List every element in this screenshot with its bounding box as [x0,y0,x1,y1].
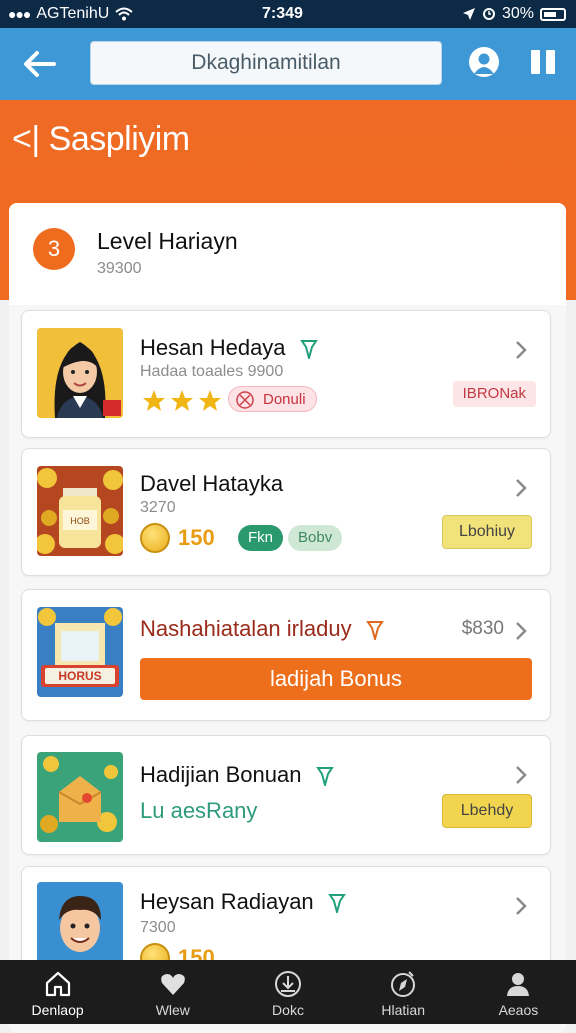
chevron-right-icon[interactable] [514,764,528,786]
honey-jar-image: HOB [37,466,123,556]
verified-icon [315,767,334,787]
wifi-icon [115,7,133,21]
claim-bonus-button[interactable]: ladijah Bonus [140,658,532,700]
tab-label: Wlew [155,1002,190,1018]
card-title: Heysan Radiayan [140,889,346,915]
location-icon [462,8,475,20]
thumb-label: HORUS [58,669,102,683]
reward-card-1[interactable]: Hesan Hedaya Hadaa toaales 9900 Donuli I… [21,310,551,438]
card-price: $830 [461,618,504,639]
heart-icon [160,974,185,995]
chevron-right-icon[interactable] [514,477,528,499]
star-rating [142,389,222,413]
battery-icon [540,7,566,21]
treasure-image [37,752,123,842]
person-icon [507,973,530,996]
flower-icon [236,391,254,409]
card-title: Hadijian Bonuan [140,762,334,788]
chevron-right-icon[interactable] [514,339,528,361]
svg-text:HOB: HOB [70,516,90,526]
star-icon [199,390,221,411]
signal-icon: ●●● [8,6,31,22]
status-bar: ●●● AGTenihU 7:349 30% [0,0,576,28]
coin-icon [140,523,170,553]
bonus-box-image: HORUS [37,607,123,697]
card-subtitle: 7300 [140,919,176,936]
tab-label: Hlatian [381,1002,425,1018]
level-title: Level Hariayn [97,228,238,254]
card-title: Hesan Hedaya [140,335,318,361]
card-subtitle: Lu aesRany [140,798,258,823]
download-icon [275,971,301,997]
navigation-bar: Dkaghinamitilan [0,28,576,100]
tab-account[interactable]: Aeaos [461,960,576,1024]
green-chip[interactable]: Fkn [238,525,284,551]
back-chevron-icon: <| [12,120,40,158]
search-input[interactable]: Dkaghinamitilan [90,41,442,85]
verified-icon [327,894,346,914]
reward-card-3[interactable]: HORUS Nashahiatalan irladuy $830 ladijah… [21,589,551,721]
tab-download[interactable]: Dokc [230,960,345,1024]
card-title: Nashahiatalan irladuy [140,616,384,642]
carrier-label: AGTenihU [36,5,110,22]
tab-favorites[interactable]: Wlew [115,960,230,1024]
page-title-text: Saspliyim [48,120,190,158]
alarm-icon [482,8,495,20]
level-header [9,203,566,305]
tab-explore[interactable]: Hlatian [346,960,461,1024]
bottom-tab-bar: Denlaop Wlew Dokc Hlatian Aeaos [0,960,576,1024]
avatar-woman [37,328,123,418]
level-badge: 3 [33,228,75,270]
tab-label: Dokc [272,1002,304,1018]
level-subtitle: 39300 [97,260,142,277]
coin-value: 150 [178,525,215,550]
avatar-man [37,882,123,972]
tab-label: Aeaos [498,1002,539,1018]
donut-chip[interactable]: Donuli [228,386,317,412]
battery-percent: 30% [501,5,534,22]
card-subtitle: 3270 [140,499,176,516]
page-title[interactable]: <| Saspliyim [12,120,190,159]
reward-card-4[interactable]: Hadijian Bonuan Lu aesRany Lbehdy [21,735,551,855]
verified-icon [365,621,384,641]
back-arrow-icon[interactable] [22,48,56,80]
home-icon [45,971,70,997]
verified-icon [299,340,318,360]
action-button[interactable]: Lbohiuy [442,515,532,549]
compass-icon [391,971,416,997]
profile-icon[interactable] [469,47,499,77]
status-tag: IBRONak [452,381,536,407]
reward-card-2[interactable]: HOB Davel Hatayka 3270 150 Fkn Bobv Lboh… [21,448,551,576]
card-subtitle: Hadaa toaales 9900 [140,363,284,380]
action-button[interactable]: Lbehdy [442,794,532,828]
chevron-right-icon[interactable] [514,895,528,917]
card-title: Davel Hatayka [140,471,284,496]
light-green-chip[interactable]: Bobv [288,525,343,551]
clock: 7:349 [262,5,303,22]
star-icon [171,390,193,411]
chevron-right-icon[interactable] [514,620,528,642]
tab-home[interactable]: Denlaop [0,960,115,1024]
star-icon [143,390,165,411]
tab-label: Denlaop [31,1002,84,1018]
pause-icon[interactable] [531,50,557,76]
